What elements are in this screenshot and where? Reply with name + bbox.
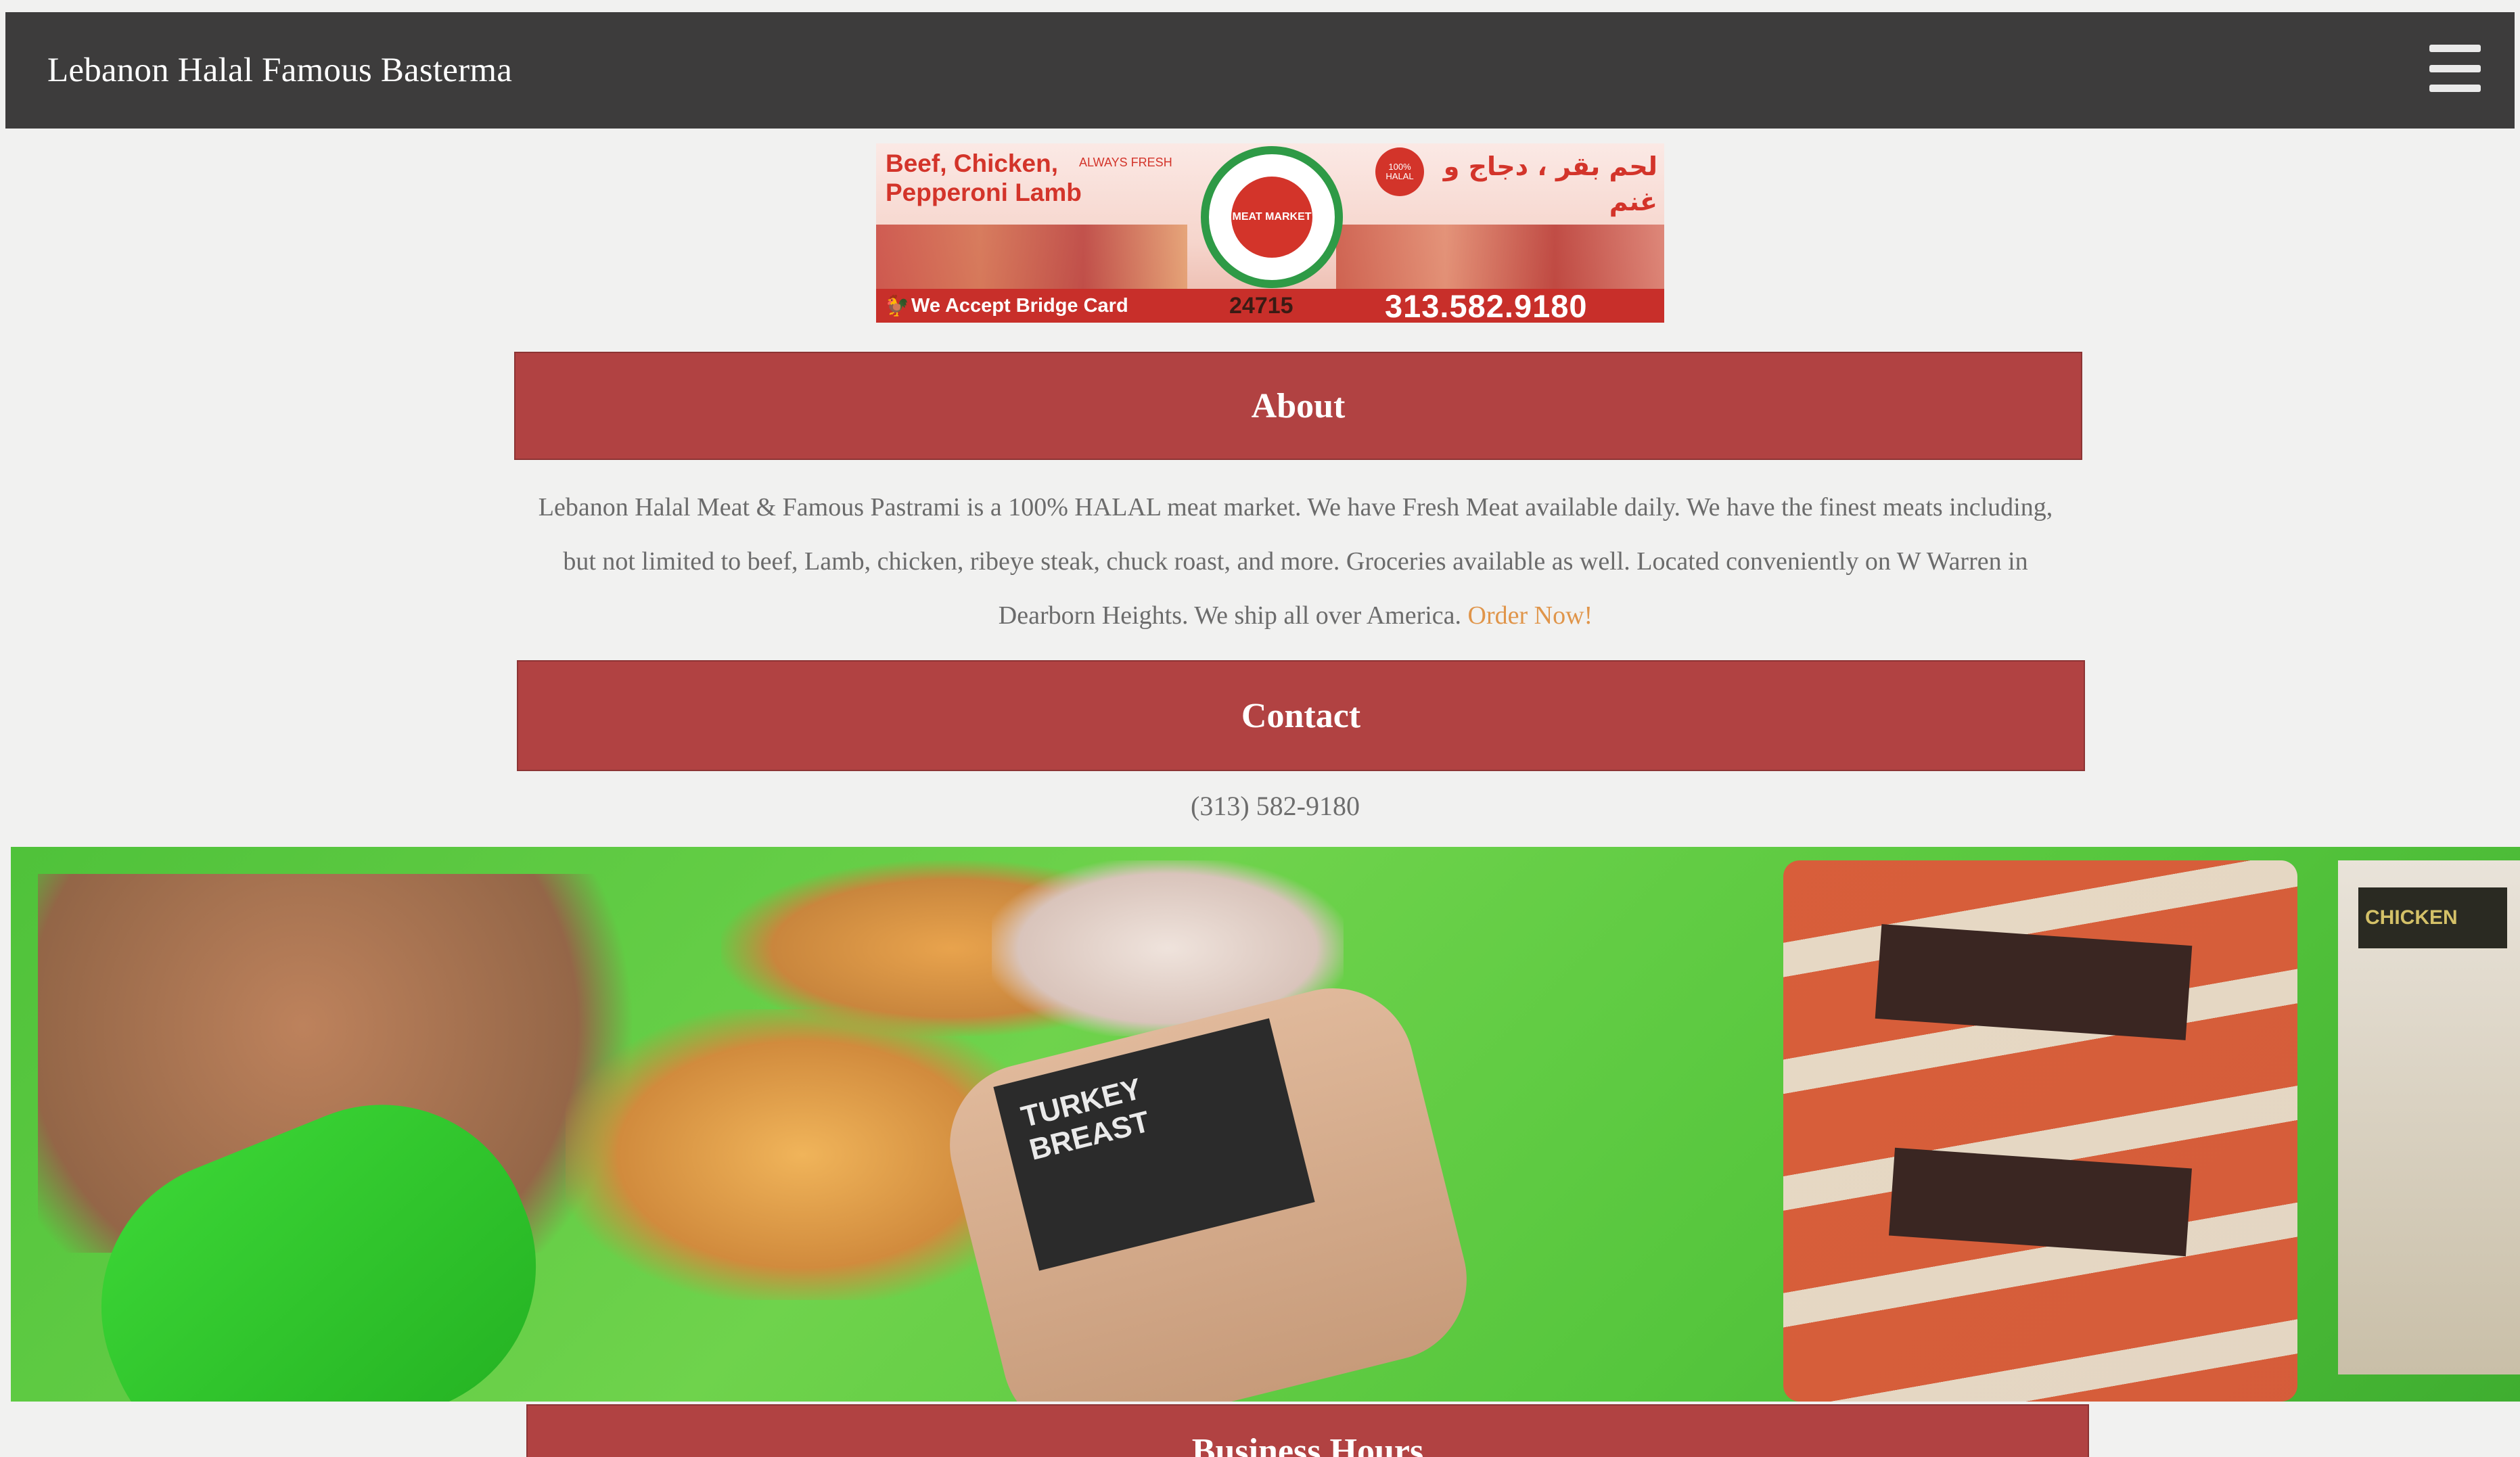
photo-chicken-label: CHICKEN [2358,887,2507,948]
hamburger-bar [2429,85,2481,92]
hours-title: Business Hours [1191,1432,1424,1457]
banner-zip: 24715 [1229,292,1293,319]
top-navbar: Lebanon Halal Famous Basterma [5,12,2515,129]
hours-section-header: Business Hours [526,1404,2089,1457]
order-now-link[interactable]: Order Now! [1468,601,1593,630]
banner-products-arabic: لحم بقر ، دجاج و غنم [1443,152,1657,216]
banner-phone: 313.582.9180 [1385,287,1588,323]
about-title: About [1251,386,1346,425]
hamburger-menu-icon[interactable] [2429,45,2481,92]
about-description: Lebanon Halal Meat & Famous Pastrami is … [528,480,2063,643]
banner-products-english: Beef, Chicken, Pepperoni Lamb [886,149,1082,206]
page: Lebanon Halal Famous Basterma Beef, Chic… [0,0,2520,1457]
banner-always-fresh: ALWAYS FRESH [1079,156,1172,169]
store-banner: Beef, Chicken, Pepperoni Lamb ALWAYS FRE… [876,143,1664,323]
chicken-icon: 🐓 [884,294,910,317]
halal-badge: 100% HALAL [1375,147,1424,196]
contact-section-header: Contact [517,660,2085,771]
about-text: Lebanon Halal Meat & Famous Pastrami is … [538,493,2053,630]
hamburger-bar [2429,64,2481,72]
contact-title: Contact [1241,696,1361,735]
bridge-card-text: We Accept Bridge Card [911,294,1128,317]
about-section-header: About [514,352,2082,460]
meat-display-photo: TURKEY BREAST CHICKEN [11,847,2520,1402]
contact-phone[interactable]: (313) 582-9180 [1109,790,1441,822]
logo-bull-icon: MEAT MARKET [1231,177,1312,258]
hamburger-bar [2429,45,2481,52]
banner-meat-image-left [876,225,1187,299]
site-brand[interactable]: Lebanon Halal Famous Basterma [47,51,512,90]
banner-info-strip: 🐓 We Accept Bridge Card 24715 313.582.91… [876,287,1664,323]
store-logo: MEAT MARKET [1201,146,1343,288]
